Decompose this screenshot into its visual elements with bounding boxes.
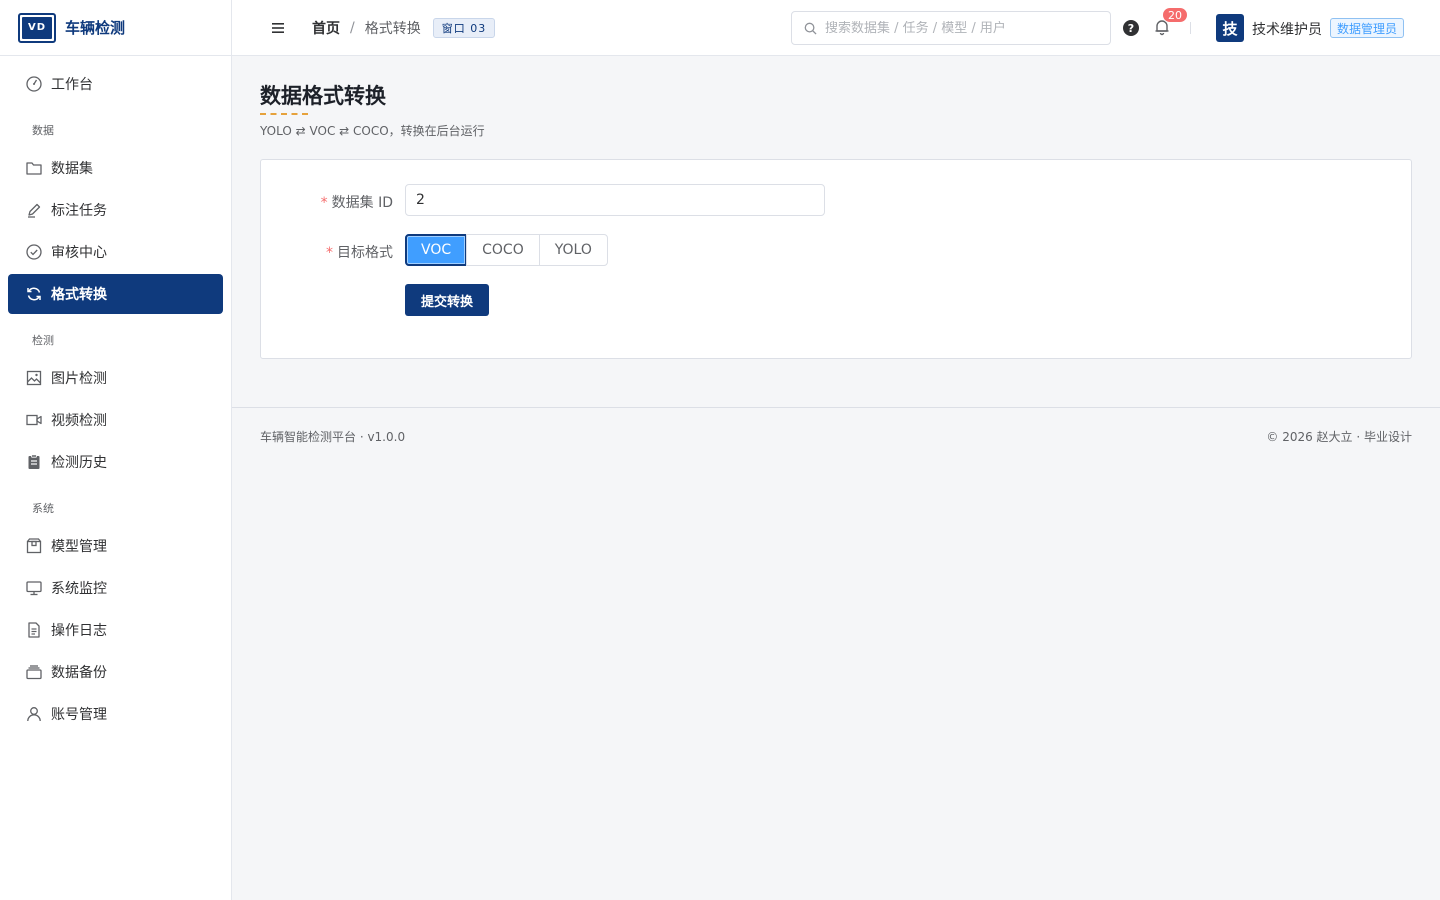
video-camera-icon	[25, 411, 43, 429]
sidebar-item[interactable]: 视频检测	[8, 400, 223, 440]
page-subtitle: YOLO ⇄ VOC ⇄ COCO，转换在后台运行	[260, 124, 485, 138]
search-input[interactable]	[825, 20, 1105, 36]
required-mark: *	[326, 245, 333, 261]
sidebar-item-label: 模型管理	[51, 539, 107, 555]
header-divider	[1190, 22, 1191, 34]
monitor-icon	[25, 579, 43, 597]
edit-pen-icon	[25, 201, 43, 219]
footer-copyright: © 2026 赵大立 · 毕业设计	[1266, 430, 1412, 444]
target-format-radio-group: VOC COCO YOLO	[405, 234, 608, 266]
sidebar-item[interactable]: 图片检测	[8, 358, 223, 398]
format-option-voc[interactable]: VOC	[405, 234, 468, 266]
brand-logo: VD	[18, 12, 56, 43]
help-icon[interactable]: ?	[1123, 20, 1139, 36]
sidebar-item[interactable]: 数据集	[8, 148, 223, 188]
breadcrumb: 首页 / 格式转换 窗口 03	[312, 17, 496, 38]
breadcrumb-current: 格式转换	[364, 20, 421, 37]
footer-version: 车辆智能检测平台 · v1.0.0	[260, 430, 406, 444]
sidebar-item[interactable]: 账号管理	[8, 694, 223, 734]
stack-icon	[25, 663, 43, 681]
sidebar-nav: 工作台数据数据集标注任务审核中心格式转换检测图片检测视频检测检测历史系统模型管理…	[0, 56, 231, 734]
username[interactable]: 技术维护员	[1252, 19, 1322, 39]
title-underline	[260, 113, 308, 115]
dataset-id-label: * 数据集 ID	[320, 195, 393, 211]
sidebar-item[interactable]: 系统监控	[8, 568, 223, 608]
folder-icon	[25, 159, 43, 177]
top-header: 首页 / 格式转换 窗口 03 ? 20 技 技术维护员 数据管理员	[232, 0, 1440, 56]
dataset-id-input[interactable]	[405, 184, 825, 216]
sidebar-item[interactable]: 检测历史	[8, 442, 223, 482]
nav-group-label: 数据	[32, 124, 54, 137]
sidebar-item-label: 数据集	[51, 161, 93, 177]
sidebar-item-label: 检测历史	[51, 455, 107, 471]
picture-icon	[25, 369, 43, 387]
sidebar-item-label: 账号管理	[51, 707, 107, 723]
box-icon	[25, 537, 43, 555]
circle-check-icon	[25, 243, 43, 261]
sidebar-item-label: 工作台	[51, 77, 93, 93]
sidebar-item[interactable]: 数据备份	[8, 652, 223, 692]
target-format-label: * 目标格式	[326, 245, 393, 261]
sidebar: VD 车辆检测 工作台数据数据集标注任务审核中心格式转换检测图片检测视频检测检测…	[0, 0, 232, 900]
sidebar-item-label: 视频检测	[51, 413, 107, 429]
sidebar-item-label: 系统监控	[51, 581, 107, 597]
search-icon	[804, 22, 817, 35]
sidebar-item[interactable]: 审核中心	[8, 232, 223, 272]
sidebar-item[interactable]: 标注任务	[8, 190, 223, 230]
window-badge: 窗口 03	[432, 17, 496, 38]
convert-form-card: *数据集 ID *目标格式 VOCCOCOYOLO 提交转换	[260, 159, 1412, 359]
sidebar-item-label: 数据备份	[51, 665, 107, 681]
breadcrumb-separator: /	[350, 19, 355, 36]
global-search[interactable]	[791, 11, 1111, 45]
footer: 车辆智能检测平台 · v1.0.0 © 2026 赵大立 · 毕业设计	[232, 407, 1440, 463]
nav-group-label: 系统	[32, 502, 54, 515]
format-option-yolo[interactable]: YOLO	[538, 234, 608, 266]
dashboard-icon	[25, 75, 43, 93]
sidebar-item[interactable]: 操作日志	[8, 610, 223, 650]
user-icon	[25, 705, 43, 723]
sidebar-item-label: 标注任务	[51, 203, 107, 219]
notification-badge: 20	[1162, 7, 1188, 23]
required-mark: *	[320, 195, 328, 211]
clipboard-icon	[25, 453, 43, 471]
nav-group-label: 检测	[32, 334, 54, 347]
brand[interactable]: VD 车辆检测	[0, 0, 231, 56]
sidebar-item[interactable]: 格式转换	[8, 274, 223, 314]
document-icon	[25, 621, 43, 639]
sidebar-item-label: 图片检测	[51, 371, 107, 387]
refresh-icon	[25, 285, 43, 303]
submit-convert-button[interactable]: 提交转换	[405, 284, 490, 316]
sidebar-item[interactable]: 模型管理	[8, 526, 223, 566]
page-title: 数据格式转换	[260, 84, 386, 108]
format-option-coco[interactable]: COCO	[466, 234, 540, 266]
sidebar-item[interactable]: 工作台	[8, 64, 223, 104]
sidebar-item-label: 操作日志	[51, 623, 107, 639]
role-tag: 数据管理员	[1330, 18, 1405, 38]
brand-name: 车辆检测	[65, 19, 126, 37]
sidebar-item-label: 审核中心	[51, 245, 107, 261]
sidebar-item-label: 格式转换	[51, 287, 107, 303]
avatar[interactable]: 技	[1216, 14, 1244, 42]
breadcrumb-home[interactable]: 首页	[312, 18, 340, 38]
menu-toggle-icon[interactable]	[270, 20, 286, 36]
